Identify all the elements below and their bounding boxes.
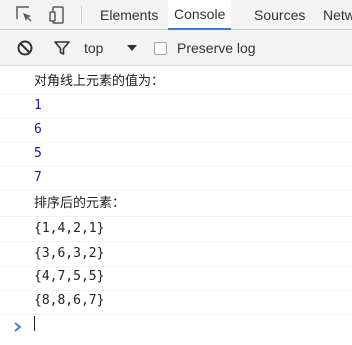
tab-console[interactable]: Console [168,0,232,30]
tab-network[interactable]: Netw [323,0,352,30]
console-toolbar: top Preserve log [0,30,352,66]
console-log-line: {1,4,2,1} [34,221,105,236]
devtools-tab-bar: Elements Console Sources Netw [0,0,352,30]
prompt-chevron-icon [12,318,24,332]
tab-sources[interactable]: Sources [254,0,305,30]
console-log-line: 5 [34,146,42,161]
inspect-element-icon[interactable] [15,5,35,25]
console-log-line: 6 [34,122,42,137]
row-divider [0,190,352,191]
filter-icon[interactable] [53,39,71,57]
console-log-line: 对角线上元素的值为： [34,74,165,89]
tab-elements[interactable]: Elements [100,0,158,30]
preserve-log-checkbox[interactable] [154,42,167,55]
console-log-line: {3,6,3,2} [34,246,105,261]
console-input-caret[interactable] [34,316,35,331]
row-divider [0,94,352,95]
clear-console-icon[interactable] [16,39,34,57]
device-toolbar-icon[interactable] [48,5,68,25]
row-divider [0,314,352,315]
preserve-log-label: Preserve log [177,40,256,56]
console-log-line: {8,8,6,7} [34,293,105,308]
row-divider [0,166,352,167]
devtools-window: Elements Console Sources Netw top Preser… [0,0,352,345]
chevron-down-icon[interactable] [124,40,140,56]
context-selector[interactable]: top [84,30,103,66]
console-log-line: 排序后的元素： [34,196,126,211]
tab-divider [81,6,82,24]
row-divider [0,142,352,143]
console-log-line: {4,7,5,5} [34,269,105,284]
console-log-line: 7 [34,170,42,185]
console-log-line: 1 [34,98,42,113]
row-divider [0,118,352,119]
